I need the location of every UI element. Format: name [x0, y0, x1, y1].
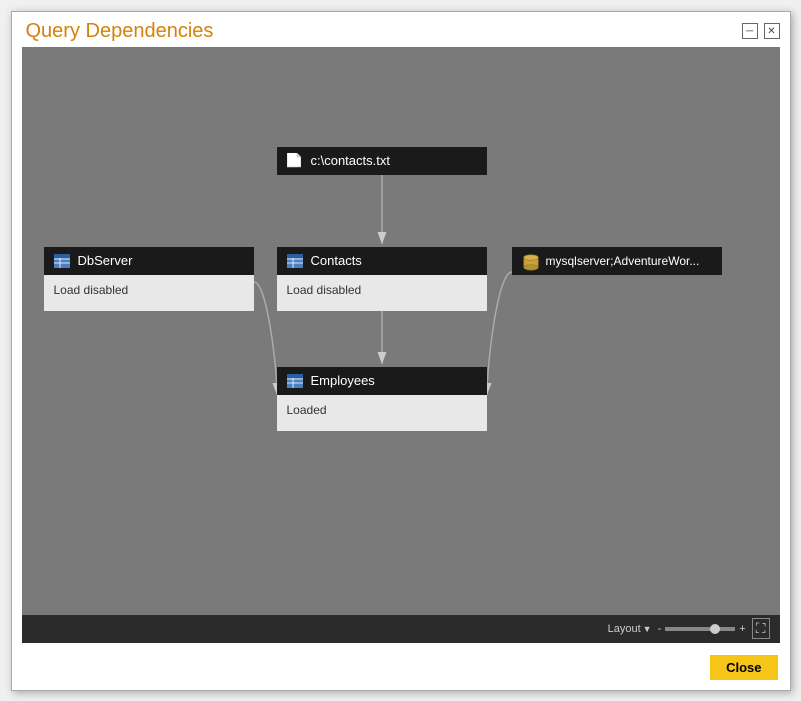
window-controls: ─ ✕: [742, 23, 780, 39]
table-icon-dbserver: [54, 253, 70, 269]
dbserver-header: DbServer: [44, 247, 254, 275]
canvas-toolbar: Layout ▼ - + ⛶: [22, 615, 780, 643]
zoom-control: - +: [658, 623, 746, 635]
fit-button[interactable]: ⛶: [752, 618, 770, 639]
mysqlserver-header: mysqlserver;AdventureWor...: [512, 247, 722, 275]
zoom-thumb: [710, 624, 720, 634]
title-bar: Query Dependencies ─ ✕: [12, 12, 790, 47]
zoom-slider[interactable]: [665, 627, 735, 631]
mysqlserver-label: mysqlserver;AdventureWor...: [546, 254, 700, 268]
file-icon: [287, 153, 303, 169]
employees-label: Employees: [311, 373, 375, 388]
contacts-body: Load disabled: [277, 275, 487, 311]
footer: Close: [12, 649, 790, 690]
minimize-button[interactable]: ─: [742, 23, 758, 39]
contacts-header: Contacts: [277, 247, 487, 275]
table-icon-employees: [287, 373, 303, 389]
node-contacts-src-header: c:\contacts.txt: [277, 147, 487, 175]
dialog-title: Query Dependencies: [26, 20, 214, 43]
node-contacts-src[interactable]: c:\contacts.txt: [277, 147, 487, 175]
employees-body: Loaded: [277, 395, 487, 431]
node-contacts[interactable]: Contacts Load disabled: [277, 247, 487, 311]
table-icon-contacts: [287, 253, 303, 269]
zoom-minus[interactable]: -: [658, 623, 662, 635]
db-cylinder-icon: [522, 253, 538, 269]
close-button[interactable]: Close: [710, 655, 777, 680]
contacts-src-label: c:\contacts.txt: [311, 153, 390, 168]
query-dependencies-dialog: Query Dependencies ─ ✕: [11, 11, 791, 691]
zoom-plus[interactable]: +: [739, 623, 745, 635]
node-mysqlserver[interactable]: mysqlserver;AdventureWor...: [512, 247, 722, 275]
dbserver-label: DbServer: [78, 253, 133, 268]
layout-button[interactable]: Layout ▼: [608, 623, 652, 635]
window-close-button[interactable]: ✕: [764, 23, 780, 39]
node-dbserver[interactable]: DbServer Load disabled: [44, 247, 254, 311]
dbserver-body: Load disabled: [44, 275, 254, 311]
dependency-arrows: [22, 47, 780, 615]
node-employees[interactable]: Employees Loaded: [277, 367, 487, 431]
canvas-area: c:\contacts.txt Contacts Load disabled: [22, 47, 780, 643]
employees-header: Employees: [277, 367, 487, 395]
contacts-label: Contacts: [311, 253, 362, 268]
